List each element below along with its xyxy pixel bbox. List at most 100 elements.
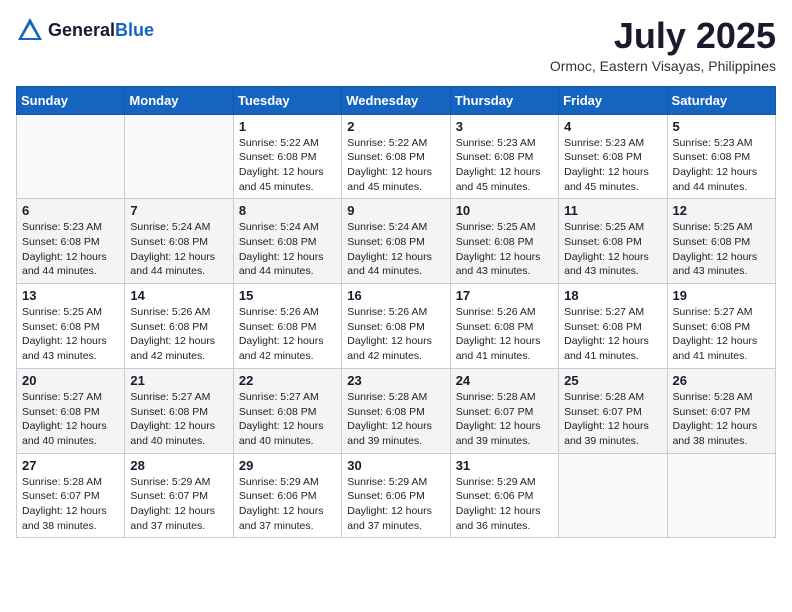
day-detail: Sunrise: 5:25 AMSunset: 6:08 PMDaylight:… <box>22 305 119 364</box>
day-number: 9 <box>347 203 444 218</box>
day-detail: Sunrise: 5:27 AMSunset: 6:08 PMDaylight:… <box>130 390 227 449</box>
calendar-week-row: 13 Sunrise: 5:25 AMSunset: 6:08 PMDayligh… <box>17 284 776 369</box>
day-number: 28 <box>130 458 227 473</box>
calendar-cell: 21 Sunrise: 5:27 AMSunset: 6:08 PMDayligh… <box>125 368 233 453</box>
calendar-cell: 4 Sunrise: 5:23 AMSunset: 6:08 PMDaylight… <box>559 114 667 199</box>
day-detail: Sunrise: 5:25 AMSunset: 6:08 PMDaylight:… <box>456 220 553 279</box>
calendar-cell: 3Sunrise: 5:23 AMSunset: 6:08 PMDaylight… <box>450 114 558 199</box>
calendar-cell: 1Sunrise: 5:22 AMSunset: 6:08 PMDaylight… <box>233 114 341 199</box>
calendar-cell: 31 Sunrise: 5:29 AMSunset: 6:06 PMDayligh… <box>450 453 558 538</box>
day-detail: Sunrise: 5:27 AMSunset: 6:08 PMDaylight:… <box>564 305 661 364</box>
calendar-cell: 28 Sunrise: 5:29 AMSunset: 6:07 PMDayligh… <box>125 453 233 538</box>
day-detail: Sunrise: 5:29 AMSunset: 6:06 PMDaylight:… <box>347 475 444 534</box>
day-number: 17 <box>456 288 553 303</box>
calendar-cell: 7 Sunrise: 5:24 AMSunset: 6:08 PMDaylight… <box>125 199 233 284</box>
day-detail: Sunrise: 5:24 AMSunset: 6:08 PMDaylight:… <box>239 220 336 279</box>
day-detail: Sunrise: 5:27 AMSunset: 6:08 PMDaylight:… <box>239 390 336 449</box>
day-detail: Sunrise: 5:27 AMSunset: 6:08 PMDaylight:… <box>673 305 770 364</box>
day-detail: Sunrise: 5:23 AMSunset: 6:08 PMDaylight:… <box>564 136 661 195</box>
day-detail: Sunrise: 5:26 AMSunset: 6:08 PMDaylight:… <box>239 305 336 364</box>
calendar-cell: 15 Sunrise: 5:26 AMSunset: 6:08 PMDayligh… <box>233 284 341 369</box>
day-number: 27 <box>22 458 119 473</box>
page-header: GeneralBlue July 2025 Ormoc, Eastern Vis… <box>16 16 776 74</box>
title-block: July 2025 Ormoc, Eastern Visayas, Philip… <box>550 16 776 74</box>
day-detail: Sunrise: 5:28 AMSunset: 6:07 PMDaylight:… <box>564 390 661 449</box>
logo-blue-text: Blue <box>115 20 154 40</box>
calendar-cell: 30 Sunrise: 5:29 AMSunset: 6:06 PMDayligh… <box>342 453 450 538</box>
day-detail: Sunrise: 5:25 AMSunset: 6:08 PMDaylight:… <box>673 220 770 279</box>
col-header-saturday: Saturday <box>667 86 775 114</box>
logo: GeneralBlue <box>16 16 154 44</box>
logo-icon <box>16 16 44 44</box>
day-detail: Sunrise: 5:29 AMSunset: 6:06 PMDaylight:… <box>456 475 553 534</box>
day-detail: Sunrise: 5:22 AMSunset: 6:08 PMDaylight:… <box>347 136 444 195</box>
calendar-cell: 19 Sunrise: 5:27 AMSunset: 6:08 PMDayligh… <box>667 284 775 369</box>
col-header-wednesday: Wednesday <box>342 86 450 114</box>
calendar-cell: 8 Sunrise: 5:24 AMSunset: 6:08 PMDaylight… <box>233 199 341 284</box>
day-number: 19 <box>673 288 770 303</box>
day-number: 29 <box>239 458 336 473</box>
calendar-cell: 5 Sunrise: 5:23 AMSunset: 6:08 PMDaylight… <box>667 114 775 199</box>
day-number: 11 <box>564 203 661 218</box>
day-number: 20 <box>22 373 119 388</box>
calendar-cell <box>559 453 667 538</box>
day-number: 31 <box>456 458 553 473</box>
day-number: 23 <box>347 373 444 388</box>
day-detail: Sunrise: 5:26 AMSunset: 6:08 PMDaylight:… <box>456 305 553 364</box>
day-detail: Sunrise: 5:23 AMSunset: 6:08 PMDaylight:… <box>673 136 770 195</box>
calendar-cell: 24 Sunrise: 5:28 AMSunset: 6:07 PMDayligh… <box>450 368 558 453</box>
calendar-cell: 18 Sunrise: 5:27 AMSunset: 6:08 PMDayligh… <box>559 284 667 369</box>
calendar-cell <box>667 453 775 538</box>
calendar-cell: 14Sunrise: 5:26 AMSunset: 6:08 PMDayligh… <box>125 284 233 369</box>
day-number: 7 <box>130 203 227 218</box>
day-number: 25 <box>564 373 661 388</box>
calendar-cell: 23 Sunrise: 5:28 AMSunset: 6:08 PMDayligh… <box>342 368 450 453</box>
calendar-cell: 17 Sunrise: 5:26 AMSunset: 6:08 PMDayligh… <box>450 284 558 369</box>
calendar-cell: 10 Sunrise: 5:25 AMSunset: 6:08 PMDayligh… <box>450 199 558 284</box>
day-number: 4 <box>564 119 661 134</box>
day-detail: Sunrise: 5:26 AMSunset: 6:08 PMDaylight:… <box>347 305 444 364</box>
calendar-cell: 6 Sunrise: 5:23 AMSunset: 6:08 PMDaylight… <box>17 199 125 284</box>
day-number: 2 <box>347 119 444 134</box>
calendar-cell: 11Sunrise: 5:25 AMSunset: 6:08 PMDayligh… <box>559 199 667 284</box>
calendar-week-row: 1Sunrise: 5:22 AMSunset: 6:08 PMDaylight… <box>17 114 776 199</box>
day-number: 6 <box>22 203 119 218</box>
day-number: 22 <box>239 373 336 388</box>
day-detail: Sunrise: 5:28 AMSunset: 6:08 PMDaylight:… <box>347 390 444 449</box>
calendar-table: SundayMondayTuesdayWednesdayThursdayFrid… <box>16 86 776 539</box>
calendar-cell: 29Sunrise: 5:29 AMSunset: 6:06 PMDayligh… <box>233 453 341 538</box>
day-number: 5 <box>673 119 770 134</box>
day-detail: Sunrise: 5:22 AMSunset: 6:08 PMDaylight:… <box>239 136 336 195</box>
day-detail: Sunrise: 5:28 AMSunset: 6:07 PMDaylight:… <box>22 475 119 534</box>
day-number: 8 <box>239 203 336 218</box>
day-number: 15 <box>239 288 336 303</box>
calendar-cell: 20 Sunrise: 5:27 AMSunset: 6:08 PMDayligh… <box>17 368 125 453</box>
day-detail: Sunrise: 5:28 AMSunset: 6:07 PMDaylight:… <box>456 390 553 449</box>
calendar-cell: 25 Sunrise: 5:28 AMSunset: 6:07 PMDayligh… <box>559 368 667 453</box>
day-detail: Sunrise: 5:24 AMSunset: 6:08 PMDaylight:… <box>347 220 444 279</box>
day-number: 13 <box>22 288 119 303</box>
calendar-cell: 26Sunrise: 5:28 AMSunset: 6:07 PMDayligh… <box>667 368 775 453</box>
calendar-week-row: 6 Sunrise: 5:23 AMSunset: 6:08 PMDaylight… <box>17 199 776 284</box>
day-detail: Sunrise: 5:29 AMSunset: 6:07 PMDaylight:… <box>130 475 227 534</box>
day-number: 10 <box>456 203 553 218</box>
col-header-thursday: Thursday <box>450 86 558 114</box>
col-header-monday: Monday <box>125 86 233 114</box>
calendar-cell: 2 Sunrise: 5:22 AMSunset: 6:08 PMDaylight… <box>342 114 450 199</box>
calendar-cell: 22 Sunrise: 5:27 AMSunset: 6:08 PMDayligh… <box>233 368 341 453</box>
day-detail: Sunrise: 5:23 AMSunset: 6:08 PMDaylight:… <box>456 136 553 195</box>
location-subtitle: Ormoc, Eastern Visayas, Philippines <box>550 58 776 74</box>
day-detail: Sunrise: 5:23 AMSunset: 6:08 PMDaylight:… <box>22 220 119 279</box>
day-number: 18 <box>564 288 661 303</box>
day-detail: Sunrise: 5:28 AMSunset: 6:07 PMDaylight:… <box>673 390 770 449</box>
day-number: 14 <box>130 288 227 303</box>
calendar-cell: 27 Sunrise: 5:28 AMSunset: 6:07 PMDayligh… <box>17 453 125 538</box>
day-number: 24 <box>456 373 553 388</box>
day-detail: Sunrise: 5:27 AMSunset: 6:08 PMDaylight:… <box>22 390 119 449</box>
day-detail: Sunrise: 5:24 AMSunset: 6:08 PMDaylight:… <box>130 220 227 279</box>
col-header-sunday: Sunday <box>17 86 125 114</box>
calendar-week-row: 27 Sunrise: 5:28 AMSunset: 6:07 PMDayligh… <box>17 453 776 538</box>
day-number: 30 <box>347 458 444 473</box>
day-number: 21 <box>130 373 227 388</box>
calendar-cell <box>17 114 125 199</box>
